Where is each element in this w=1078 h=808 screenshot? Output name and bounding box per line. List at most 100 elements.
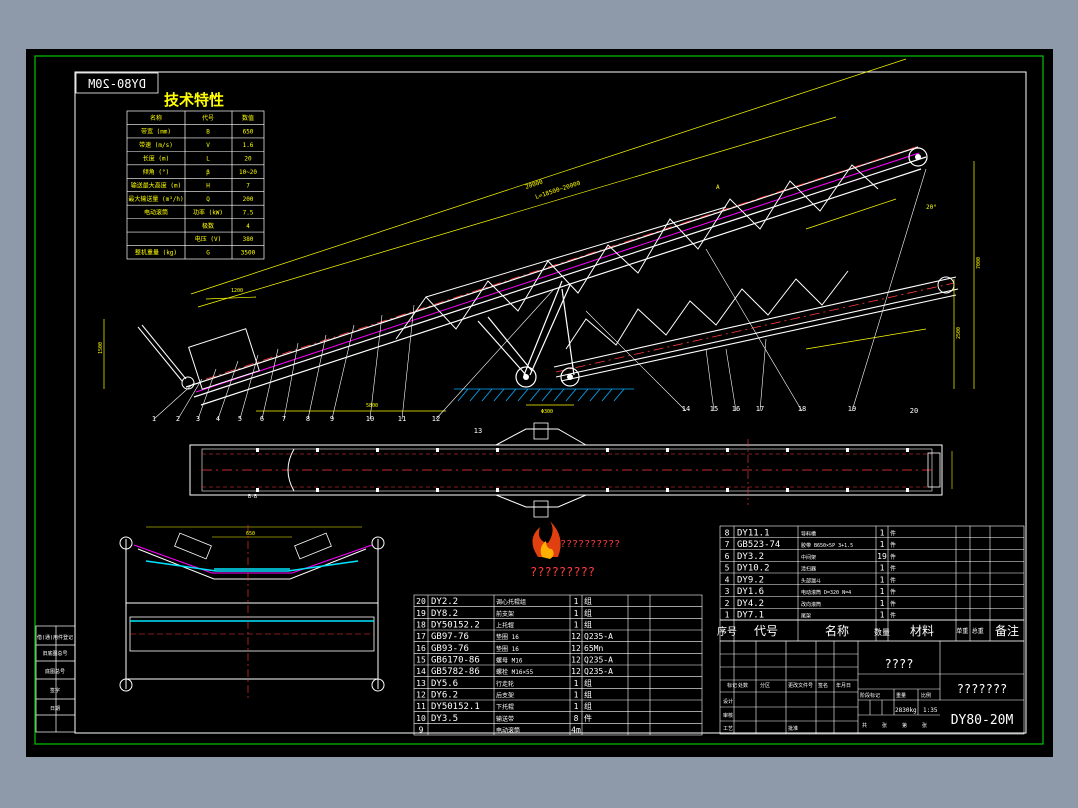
tb-row-1: 审核 [723,712,733,719]
tb-stage: 阶段标记 [860,692,880,699]
bom-left-code: GB93-76 [431,644,469,654]
bom-right-qty: 1 [880,540,885,549]
bom-left-seq: 11 [416,702,426,711]
stamp-4: 日期 [50,706,60,712]
bom-right-code: GB523-74 [737,540,780,550]
bom-left-seq: 19 [416,609,426,618]
bom-left-name: 电动滚筒 [496,726,520,734]
tb-weight: 2830kg [895,707,917,714]
tb-label-4: 签名 [818,682,828,689]
bom-right-name: 头部漏斗 [801,577,821,584]
callout-5: 5 [238,415,242,423]
callout-20: 20 [910,407,918,415]
callout-2: 2 [176,415,180,423]
stamp-1: 旧底图总号 [42,650,67,657]
bom-right-seq: 3 [725,587,730,596]
spec-cell-value: 20 [244,156,252,163]
bom-right-name: 电动滚筒 D=320 N=4 [801,589,851,596]
bom-left-qty: 1 [574,690,579,699]
dim-d1: 1200 [231,288,243,294]
tb-weight-label: 重量 [896,692,906,699]
bom-left: 20 DY2.2 调心托辊组 1 组19 DY8.2 前支架 1 组18 DY50152.2 上托辊… [414,596,702,734]
spec-cell-code: H [206,182,210,189]
callout-12: 12 [432,415,440,423]
cross-section: 650 [119,525,385,699]
bom-left-material: 65Mn [584,644,603,653]
bom-left-name: 上托辊 [496,621,514,629]
lower-truss [565,270,849,350]
spec-cell-code: 电压 (V) [195,235,221,243]
bom-left-code: DY3.5 [431,714,458,724]
callout-7: 7 [282,415,286,423]
bom-right-material: 件 [890,600,896,608]
bom-hdr-code: 代号 [754,624,778,638]
bom-left-name: 垫圈 16 [496,645,519,653]
drawing-sheet: DY80-20M 技术特性 名称 代号 数值 带宽 (mm) B 650 带速 (m/s) V… [26,49,1053,757]
tb-row-2: 工艺 [723,726,733,732]
bom-right-seq: 5 [725,564,730,573]
bom-right-material: 件 [890,565,896,573]
bom-left-qty: 1 [574,620,579,629]
spec-cell-name: 倾角 (°) [143,168,169,176]
tb-scale: 1:35 [923,707,938,714]
spec-cell-name: 最大输送量 (m³/h) [128,195,183,203]
bom-right-material: 件 [890,541,896,549]
bom-right-seq: 2 [725,599,730,608]
bom-right-code: DY7.1 [737,611,764,621]
bom-right-seq: 6 [725,552,730,561]
tb-label-0: 标记 [727,682,737,689]
bom-left-name: 后支架 [496,691,514,699]
bom-hdr-seq: 序号 [717,625,737,638]
bom-left-name: 垫圈 16 [496,633,519,641]
bom-right-name: 尾架 [801,614,811,620]
bom-left-material: 组 [584,701,592,711]
bom-right: 8 DY11.1 导料槽 1 件7 GB523-74 胶带 B650×5P 3+1.5 1 件6… [720,528,1024,621]
bom-left-material: 组 [584,678,592,688]
bom-left-material: 组 [584,608,592,618]
callout-3: 3 [196,415,200,423]
spec-cell-name: 输送最大高度 (m) [131,181,181,189]
bom-left-material: Q235-A [584,655,613,664]
bom-left-code: GB97-76 [431,632,469,642]
spec-cell-code: Q [206,196,210,203]
bom-left-seq: 13 [416,679,426,688]
bom-right-seq: 8 [725,528,730,537]
bom-right-material: 件 [890,553,896,561]
bom-right-qty: 1 [880,587,885,596]
spec-cell-name: 带宽 (mm) [141,128,171,136]
bom-right-name: 胶带 B650×5P 3+1.5 [801,542,853,549]
spec-cell-name: 长度 (m) [143,155,169,163]
spec-cell-code: 功率 (kW) [193,208,223,216]
spec-cell-code: 极数 [202,222,214,230]
bom-left-material: 组 [584,596,592,606]
bom-right-material: 件 [890,588,896,596]
side-stamp [35,625,76,733]
bom-hdr-material: 材料 [910,624,934,638]
bom-left-name: 前支架 [496,610,514,618]
bom-left-qty: 8 [574,714,579,723]
bom-left-qty: 12 [571,667,581,676]
bom-right-code: DY10.2 [737,564,770,574]
bom-left-name: 螺母 M16 [496,656,523,664]
bom-left-seq: 17 [416,632,426,641]
bom-right-code: DY4.2 [737,599,764,609]
bom-left-qty: 1 [574,679,579,688]
support-legs [477,280,575,376]
spec-cell-value: 数值 [242,114,254,122]
callout-13: 13 [474,427,482,435]
tb-sheet-3: 张 [922,722,927,729]
spec-cell-value: 3500 [241,250,256,257]
spec-cell-code: B [206,129,210,136]
callout-17: 17 [756,405,764,413]
tb-row-3: 批准 [788,725,798,732]
bom-hdr-qty: 数量 [874,627,890,637]
bom-hdr-name: 名称 [825,623,849,638]
bom-right-code: DY1.6 [737,587,764,597]
callout-16: 16 [732,405,740,413]
bom-right-name: 改向滚筒 [801,601,821,608]
bom-left-material: 组 [584,619,592,629]
spec-cell-name: 名称 [150,114,162,122]
bom-left-material: Q235-A [584,667,613,676]
spec-cell-name: 整机重量 (kg) [135,249,177,257]
mirrored-code: DY80-20M [88,77,146,91]
